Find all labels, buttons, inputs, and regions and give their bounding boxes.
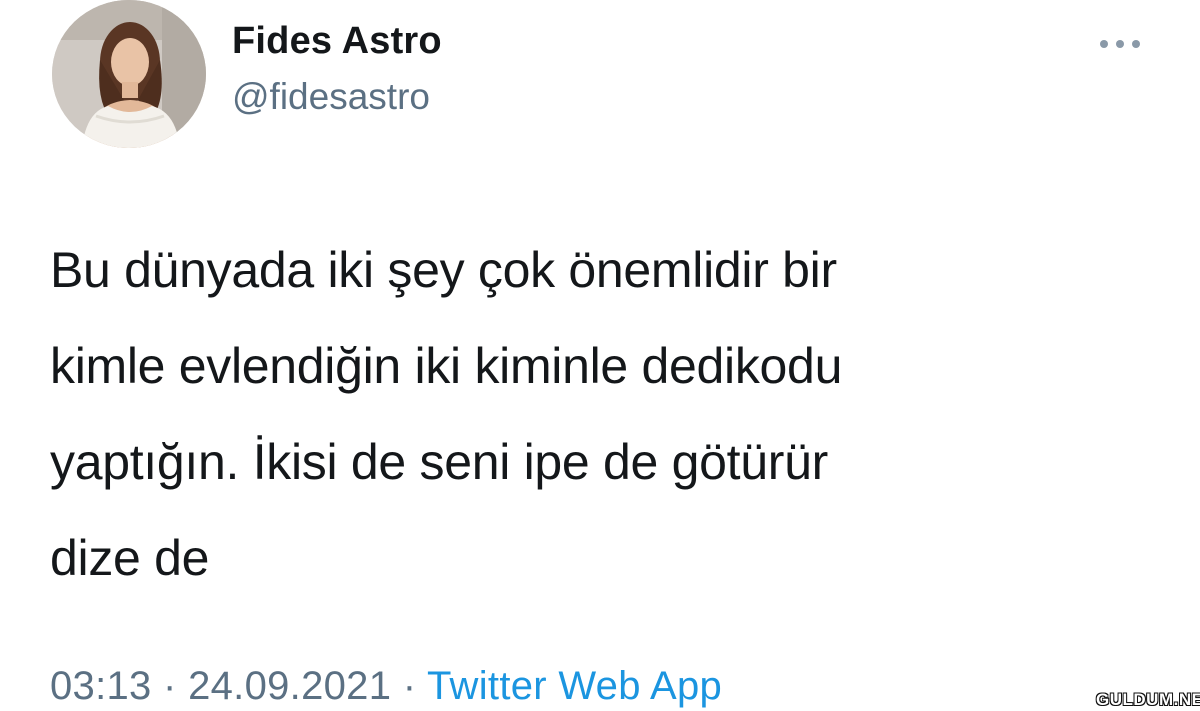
more-options-button[interactable]: [1094, 28, 1146, 58]
tweet-line: yaptığın. İkisi de seni ipe de götürür: [50, 434, 828, 490]
tweet-meta: 03:13 · 24.09.2021 · Twitter Web App: [50, 664, 722, 709]
tweet-line: kimle evlendiğin iki kiminle dedikodu: [50, 338, 843, 394]
more-dot: [1116, 40, 1124, 48]
tweet-line: dize de: [50, 530, 210, 586]
tweet-line: Bu dünyada iki şey çok önemlidir bir: [50, 242, 837, 298]
meta-separator: ·: [163, 664, 177, 708]
tweet-time[interactable]: 03:13: [50, 664, 152, 708]
watermark: GULDUM.NET: [1096, 690, 1200, 709]
tweet-card: Fides Astro @fidesastro Bu dünyada iki ş…: [0, 0, 1200, 711]
more-dot: [1132, 40, 1140, 48]
user-handle[interactable]: @fidesastro: [232, 76, 430, 118]
profile-photo-icon: [52, 0, 206, 148]
avatar[interactable]: [52, 0, 206, 148]
tweet-text: Bu dünyada iki şey çok önemlidir bir kim…: [50, 222, 1110, 606]
meta-separator: ·: [402, 664, 417, 708]
source-app-link[interactable]: Twitter Web App: [427, 664, 722, 708]
tweet-date[interactable]: 24.09.2021: [188, 664, 391, 708]
more-horizontal-icon: [1100, 40, 1108, 48]
display-name[interactable]: Fides Astro: [232, 20, 442, 63]
